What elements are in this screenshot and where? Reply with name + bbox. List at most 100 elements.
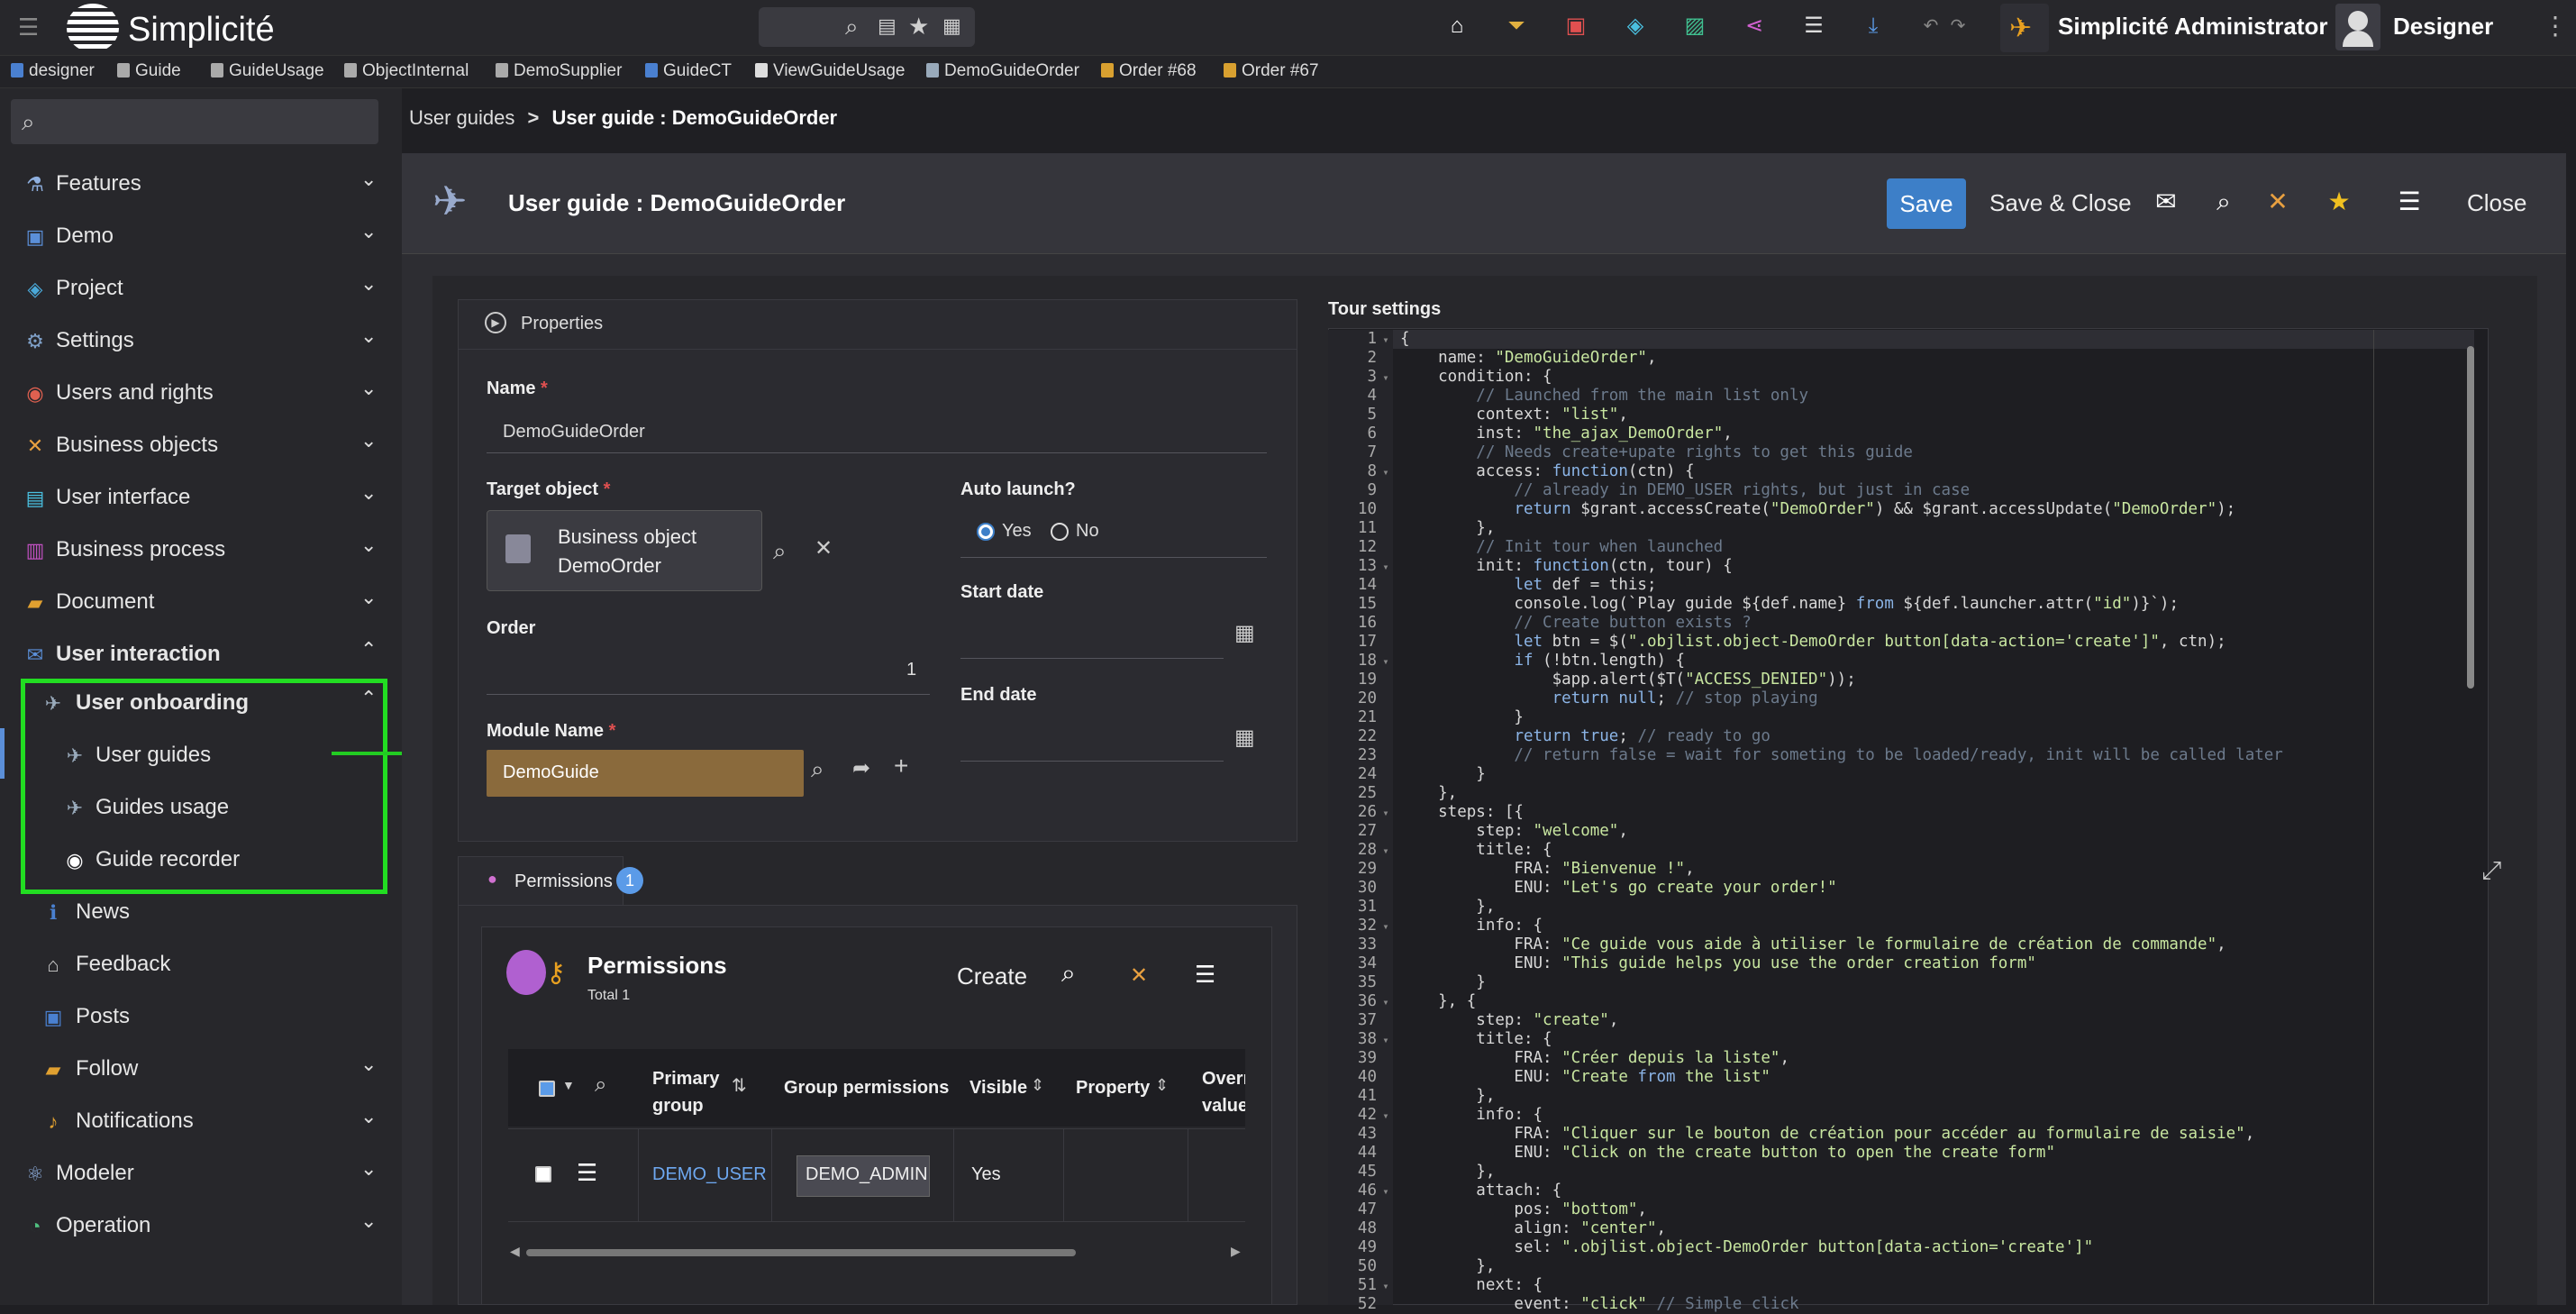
- column-group-permissions[interactable]: Group permissions: [784, 1078, 949, 1099]
- code-line[interactable]: 45 },: [1328, 1163, 2283, 1182]
- code-line[interactable]: 41 },: [1328, 1087, 2283, 1106]
- column-primary-group[interactable]: Primary group: [652, 1065, 724, 1119]
- code-line[interactable]: 7 // Needs create+upate rights to get th…: [1328, 443, 2283, 462]
- sidebar-item[interactable]: ⚛ Modeler ⌄: [0, 1148, 402, 1199]
- quick-tab[interactable]: ObjectInternal: [344, 61, 469, 81]
- code-line[interactable]: 30 ENU: "Let's go create your order!": [1328, 879, 2283, 898]
- sort-icon[interactable]: ⇕: [1155, 1076, 1169, 1095]
- sidebar-item[interactable]: ◉ Users and rights ⌄: [0, 368, 402, 418]
- sidebar-item[interactable]: ◈ Project ⌄: [0, 263, 402, 314]
- sort-icon[interactable]: ⇅: [732, 1074, 747, 1097]
- menu-toggle-icon[interactable]: ☰: [18, 15, 43, 39]
- auto-launch-yes-radio[interactable]: [977, 523, 995, 541]
- code-line[interactable]: 18 ▾ if (!btn.length) {: [1328, 652, 2283, 671]
- favorite-star-icon[interactable]: ★: [2323, 186, 2355, 218]
- create-button[interactable]: Create: [957, 963, 1027, 990]
- share-icon[interactable]: ⋖: [1739, 11, 1770, 41]
- code-line[interactable]: 28 ▾ title: {: [1328, 841, 2283, 860]
- code-line[interactable]: 46 ▾ attach: {: [1328, 1182, 2283, 1200]
- kebab-menu-icon[interactable]: ⋮: [2543, 11, 2568, 41]
- chevron-down-icon[interactable]: ⌄: [360, 1157, 377, 1181]
- quick-tab[interactable]: ViewGuideUsage: [755, 61, 905, 81]
- chevron-down-icon[interactable]: ⌄: [360, 220, 377, 243]
- code-line[interactable]: 40 ENU: "Create from the list": [1328, 1068, 2283, 1087]
- zoom-icon[interactable]: ⌕: [2207, 186, 2240, 218]
- quick-tab[interactable]: Guide: [117, 61, 181, 81]
- undo-icon[interactable]: ↶: [1916, 11, 1946, 41]
- code-line[interactable]: 17 let btn = $(".objlist.object-DemoOrde…: [1328, 633, 2283, 652]
- code-line[interactable]: 25 },: [1328, 784, 2283, 803]
- app-logo[interactable]: [67, 4, 119, 52]
- sidebar-item[interactable]: ⌂ Feedback: [0, 939, 402, 990]
- name-field[interactable]: DemoGuideOrder: [503, 422, 645, 443]
- row-menu-icon[interactable]: ☰: [577, 1159, 597, 1187]
- chevron-down-icon[interactable]: ⌄: [360, 377, 377, 400]
- column-property[interactable]: Property: [1076, 1078, 1150, 1099]
- fold-toggle-icon[interactable]: ▾: [1377, 558, 1395, 577]
- code-line[interactable]: 51 ▾ next: {: [1328, 1276, 2283, 1295]
- chevron-down-icon[interactable]: ⌄: [360, 324, 377, 348]
- code-line[interactable]: 4 // Launched from the main list only: [1328, 387, 2283, 406]
- primary-group-link[interactable]: DEMO_USER: [652, 1164, 767, 1185]
- quick-tab[interactable]: designer: [11, 61, 95, 81]
- code-line[interactable]: 20 return null; // stop playing: [1328, 689, 2283, 708]
- user-name[interactable]: Simplicité Administrator: [2058, 13, 2328, 41]
- sidebar-item[interactable]: ✉ User interaction ⌃: [0, 629, 402, 680]
- fold-toggle-icon[interactable]: ▾: [1377, 369, 1395, 388]
- code-line[interactable]: 24 }: [1328, 765, 2283, 784]
- auto-launch-no-label[interactable]: No: [1076, 521, 1099, 542]
- quick-tab[interactable]: DemoSupplier: [496, 61, 622, 81]
- code-line[interactable]: 3 ▾ condition: {: [1328, 368, 2283, 387]
- sidebar-item[interactable]: ▥ Business process ⌄: [0, 525, 402, 575]
- target-object-field[interactable]: Business object DemoOrder: [487, 510, 762, 591]
- download-icon[interactable]: ⤓: [1858, 11, 1889, 41]
- add-icon[interactable]: +: [894, 752, 908, 780]
- global-search[interactable]: ⌕ ▤ ★ ▦: [759, 7, 975, 47]
- fold-toggle-icon[interactable]: ▾: [1377, 1107, 1395, 1126]
- code-line[interactable]: 19 $app.alert($T("ACCESS_DENIED"));: [1328, 671, 2283, 689]
- code-line[interactable]: 35 }: [1328, 973, 2283, 992]
- row-checkbox[interactable]: [535, 1166, 551, 1182]
- search-icon[interactable]: ⌕: [811, 755, 824, 784]
- chevron-down-icon[interactable]: ⌄: [360, 481, 377, 505]
- fold-toggle-icon[interactable]: ▾: [1377, 804, 1395, 823]
- end-date-field[interactable]: [960, 761, 1224, 762]
- chevron-down-icon[interactable]: ⌄: [360, 534, 377, 557]
- sidebar-item[interactable]: ⚙ Settings ⌄: [0, 315, 402, 366]
- auto-launch-yes-label[interactable]: Yes: [1002, 521, 1032, 542]
- chevron-down-icon[interactable]: ▼: [562, 1078, 575, 1092]
- properties-header[interactable]: ▶ Properties: [458, 299, 1297, 350]
- code-lines[interactable]: 1 ▾{2 name: "DemoGuideOrder", 3 ▾ condition…: [1328, 330, 2283, 1314]
- quick-tab[interactable]: GuideCT: [645, 61, 732, 81]
- sidebar-item[interactable]: ℹ News: [0, 887, 402, 937]
- code-line[interactable]: 49 sel: ".objlist.object-DemoOrder butto…: [1328, 1238, 2283, 1257]
- avatar[interactable]: [2335, 4, 2380, 50]
- sidebar-item[interactable]: ♪ Notifications ⌄: [0, 1096, 402, 1146]
- chevron-down-icon[interactable]: ⌄: [360, 586, 377, 609]
- clear-icon[interactable]: ✕: [815, 535, 833, 561]
- code-line[interactable]: 33 FRA: "Ce guide vous aide à utiliser l…: [1328, 935, 2283, 954]
- code-line[interactable]: 36 ▾ }, {: [1328, 992, 2283, 1011]
- sidebar-item[interactable]: ▰ Document ⌄: [0, 577, 402, 627]
- fold-toggle-icon[interactable]: ▾: [1377, 652, 1395, 671]
- menu-icon[interactable]: ☰: [2393, 186, 2426, 218]
- sort-icon[interactable]: ⇕: [1031, 1076, 1044, 1095]
- code-line[interactable]: 15 console.log(`Play guide ${def.name} f…: [1328, 595, 2283, 614]
- code-line[interactable]: 23 // return false = wait for someting t…: [1328, 746, 2283, 765]
- code-line[interactable]: 50 },: [1328, 1257, 2283, 1276]
- code-line[interactable]: 2 name: "DemoGuideOrder",: [1328, 349, 2283, 368]
- chevron-down-icon[interactable]: ⌄: [360, 1105, 377, 1128]
- code-line[interactable]: 42 ▾ info: {: [1328, 1106, 2283, 1125]
- code-line[interactable]: 26 ▾ steps: [{: [1328, 803, 2283, 822]
- fold-toggle-icon[interactable]: ▾: [1377, 842, 1395, 861]
- code-line[interactable]: 34 ENU: "This guide helps you use the or…: [1328, 954, 2283, 973]
- code-line[interactable]: 47 pos: "bottom",: [1328, 1200, 2283, 1219]
- redo-icon[interactable]: ↷: [1943, 11, 1973, 41]
- search-icon[interactable]: ⌕: [595, 1072, 606, 1098]
- scroll-right-icon[interactable]: ▶: [1231, 1244, 1241, 1259]
- sidebar-item[interactable]: ✕ Business objects ⌄: [0, 420, 402, 470]
- search-icon[interactable]: ⌕: [845, 13, 859, 41]
- auto-launch-no-radio[interactable]: [1051, 523, 1069, 541]
- code-line[interactable]: 31 },: [1328, 898, 2283, 917]
- sidebar-item[interactable]: ▣ Posts: [0, 991, 402, 1042]
